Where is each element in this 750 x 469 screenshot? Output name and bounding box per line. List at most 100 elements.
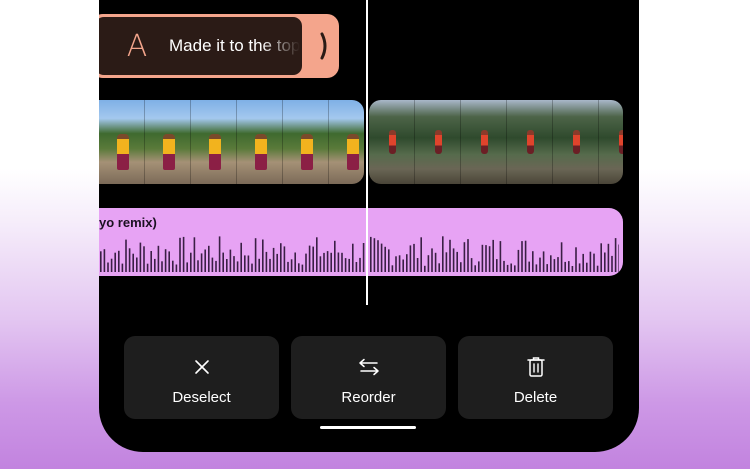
waveform-bar [478,261,480,272]
deselect-button[interactable]: Deselect [124,336,279,419]
waveform-bar [294,252,296,272]
waveform-bar [330,252,332,272]
reorder-label: Reorder [341,389,396,406]
video-clip-1[interactable] [99,100,364,184]
waveform-bar [398,255,401,272]
waveform-bar [344,258,347,272]
deselect-label: Deselect [172,389,231,406]
video-frame [191,100,237,184]
waveform-bar [377,240,379,272]
waveform-bar [510,263,512,272]
waveform-bar [305,253,307,272]
video-clip-2[interactable] [369,100,623,184]
waveform-bar [244,255,246,272]
waveform-bar [593,253,595,272]
waveform-bar [524,240,527,272]
waveform-bar [539,257,541,272]
waveform-bar [542,251,545,272]
waveform-bar [208,245,210,272]
waveform-bar [359,257,361,272]
waveform-bar [175,264,178,272]
waveform-bar [416,258,419,272]
waveform-bar [312,246,314,272]
waveform-bar [485,245,487,272]
waveform-bar [251,263,253,272]
waveform-bar [172,260,174,272]
text-clip-body[interactable]: A Made it to the top [99,17,302,75]
waveform-bar [211,257,214,272]
waveform-bar [481,244,484,272]
waveform-bar [427,255,430,272]
waveform-bar [110,258,113,272]
waveform-bar [611,255,613,272]
waveform-bar [384,246,386,272]
waveform-bar [269,258,271,272]
waveform-bar [388,249,390,272]
audio-clip[interactable]: yo remix) [99,208,623,276]
waveform-bar [406,254,408,272]
waveform-bar [204,249,206,272]
audio-waveform [100,236,619,272]
waveform-bar [535,264,538,272]
waveform-bar [125,239,127,272]
waveform-bar [190,252,192,272]
waveform-bar [186,262,188,272]
delete-button[interactable]: Delete [458,336,613,419]
audio-clip-title: yo remix) [99,215,157,230]
waveform-bar [200,253,203,272]
waveform-bar [521,241,523,272]
text-clip[interactable]: A Made it to the top [99,14,339,78]
waveform-bar [438,263,440,272]
waveform-bar [262,239,264,272]
waveform-bar [514,265,516,272]
waveform-bar [463,242,466,272]
reorder-button[interactable]: Reorder [291,336,446,419]
waveform-bar [240,242,242,272]
text-clip-trim-handle[interactable] [310,14,339,78]
waveform-bar [290,259,293,272]
waveform-bar [420,237,422,272]
waveform-bar [161,261,163,272]
video-frame [415,100,461,184]
waveform-bar [492,239,494,272]
waveform-bar [488,246,491,272]
waveform-bar [164,249,167,272]
waveform-bar [136,257,138,272]
waveform-bar [474,265,476,272]
waveform-bar [413,243,415,272]
waveform-bar [323,252,325,272]
waveform-bar [193,237,196,272]
waveform-bar [596,265,599,272]
waveform-bar [449,239,451,272]
waveform-bar [557,257,559,272]
waveform-bar [276,253,278,272]
trash-icon [526,357,545,377]
waveform-bar [532,251,534,272]
waveform-bar [496,259,498,272]
waveform-bar [600,243,602,272]
waveform-bar [319,256,322,272]
waveform-bar [341,252,343,272]
waveform-bar [128,248,131,272]
waveform-bar [467,239,469,272]
waveform-bar [517,249,520,272]
waveform-bar [362,243,365,272]
waveform-bar [409,245,412,272]
video-frame [99,100,145,184]
waveform-bar [254,238,257,272]
waveform-bar [107,262,109,272]
waveform-bar [103,249,106,272]
waveform-bar [546,264,548,272]
waveform-bar [560,242,563,272]
video-frame [599,100,623,184]
waveform-bar [456,251,458,272]
waveform-bar [179,237,181,272]
text-clip-label: Made it to the top [169,36,301,55]
waveform-bar [578,263,581,272]
playhead[interactable] [366,0,368,305]
waveform-bar [157,245,160,272]
waveform-bar [571,266,574,272]
chevron-right-icon [320,32,326,60]
waveform-bar [589,251,592,272]
waveform-bar [553,259,556,272]
